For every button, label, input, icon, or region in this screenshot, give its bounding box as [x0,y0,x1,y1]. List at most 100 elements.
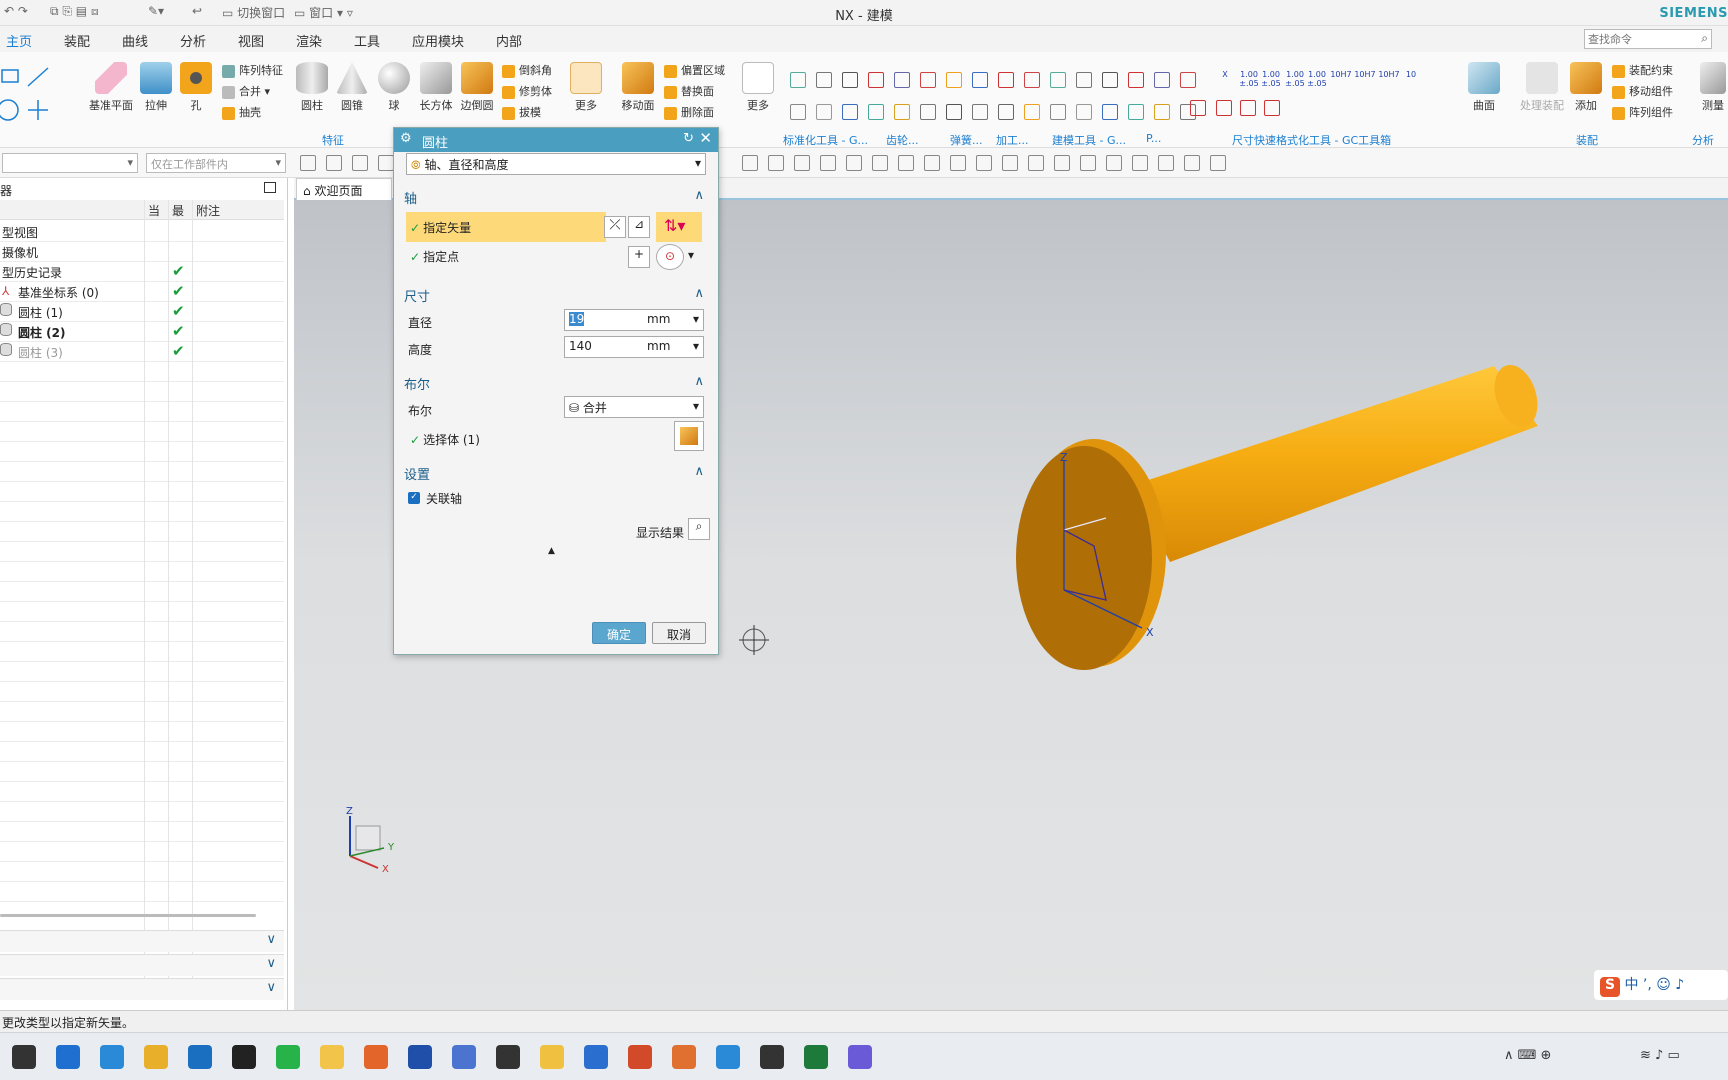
section-boolean-header[interactable]: 布尔 ∧ [400,374,712,393]
welcome-tab[interactable]: ⌂ 欢迎页面 [296,178,392,200]
height-unit[interactable]: mm [647,339,670,353]
add-component-button[interactable]: 添加 [1570,62,1602,113]
snap-point-icon[interactable] [820,155,836,171]
panel-details[interactable]: ∨ [0,954,284,976]
replace-face-button[interactable]: 替换面 [664,83,714,99]
point-dialog-icon[interactable]: + [628,246,650,268]
pattern-feature-button[interactable]: 阵列特征 [222,62,283,78]
toolbox-tool-icon[interactable] [1128,72,1144,88]
ok-button[interactable]: 确定 [592,622,646,644]
taskbar-app-icon[interactable] [848,1045,872,1069]
type-select[interactable]: ⦾ 轴、直径和高度 ▾ [406,153,706,175]
group-gear[interactable]: 齿轮... [886,132,919,148]
group-assembly[interactable]: 装配 [1576,132,1598,148]
toolbox-tool-icon[interactable] [998,104,1014,120]
command-search-input[interactable] [1585,30,1689,48]
dim-tool-icon[interactable] [1240,100,1256,116]
toolbox-tool-icon[interactable] [1050,72,1066,88]
snap-point-icon[interactable] [1028,155,1044,171]
taskbar-app-icon[interactable] [232,1045,256,1069]
snap-point-icon[interactable] [1158,155,1174,171]
toolbox-tool-icon[interactable] [1102,72,1118,88]
toolbox-tool-icon[interactable] [816,104,832,120]
toolbox-tool-icon[interactable] [1154,104,1170,120]
column-latest[interactable]: 最 [168,200,192,220]
show-result-icon[interactable]: ⌕ [688,518,710,540]
vector-type-dropdown[interactable]: ⇅▾ [656,212,702,242]
toolbox-tool-icon[interactable] [894,72,910,88]
tab-curve[interactable]: 曲线 [122,31,148,50]
cancel-button[interactable]: 取消 [652,622,706,644]
taskbar-app-icon[interactable] [56,1045,80,1069]
specify-vector-row[interactable]: ✓ 指定矢量 [406,212,606,242]
scope-filter-select[interactable]: 仅在工作部件内 [146,153,286,173]
more-sync-button[interactable]: 更多 [742,62,774,113]
taskbar-app-icon[interactable] [716,1045,740,1069]
dim-format-button[interactable]: X [1214,70,1236,79]
snap-point-icon[interactable] [1132,155,1148,171]
select-body-button[interactable] [674,421,704,451]
table-row[interactable]: 摄像机 [0,242,284,262]
snap-point-icon[interactable] [1210,155,1226,171]
chevron-down-icon[interactable]: ∨ [266,980,276,995]
table-row[interactable]: 型历史记录 ✔ [0,262,284,282]
snap-point-icon[interactable] [300,155,316,171]
toolbox-tool-icon[interactable] [1102,104,1118,120]
dim-format-button[interactable]: 1.00 ±.05 [1238,70,1260,88]
dim-format-button[interactable]: 1.00 ±.05 [1260,70,1282,88]
move-component-button[interactable]: 移动组件 [1612,83,1673,99]
point-type-icon[interactable]: ⊙ [656,244,684,270]
chevron-up-icon[interactable]: ∧ [694,464,704,479]
snap-point-icon[interactable] [326,155,342,171]
toolbox-tool-icon[interactable] [1076,72,1092,88]
chevron-down-icon[interactable]: ∨ [266,956,276,971]
measure-button[interactable]: 测量 [1698,62,1728,113]
cylinder-button[interactable]: 圆柱 [296,62,328,113]
dim-format-button[interactable]: 1.00 ±.05 [1306,70,1328,88]
offset-region-button[interactable]: 偏置区域 [664,62,725,78]
snap-point-icon[interactable] [976,155,992,171]
table-row[interactable]: ⅄ 基准坐标系 (0) ✔ [0,282,284,302]
snap-point-icon[interactable] [1106,155,1122,171]
table-row[interactable]: 圆柱 (2) ✔ [0,322,284,342]
group-std-tools[interactable]: 标准化工具 - G... [783,132,868,148]
diameter-value[interactable]: 19 [569,312,585,326]
chevron-down-icon[interactable]: ∨ [266,932,276,947]
network-volume-battery-icons[interactable]: ≋ ♪ ▭ [1640,1048,1680,1063]
group-analysis[interactable]: 分析 [1692,132,1714,148]
sogou-icon[interactable]: S [1600,977,1620,997]
taskbar-app-icon[interactable] [320,1045,344,1069]
horizontal-scrollbar[interactable] [0,914,256,917]
snap-point-icon[interactable] [924,155,940,171]
gear-icon[interactable]: ⚙ [400,131,412,146]
collapse-arrow-icon[interactable]: ▲ [548,546,555,556]
toolbox-tool-icon[interactable] [842,72,858,88]
section-settings-header[interactable]: 设置 ∧ [400,464,712,483]
snap-point-icon[interactable] [1080,155,1096,171]
toolbox-tool-icon[interactable] [1050,104,1066,120]
group-modeling-tools[interactable]: 建模工具 - G... [1052,132,1126,148]
close-icon[interactable]: ✕ [699,129,712,147]
block-button[interactable]: 长方体 [416,62,456,113]
chamfer-button[interactable]: 倒斜角 [502,62,552,78]
flange-face[interactable] [1016,446,1152,670]
hole-button[interactable]: 孔 [180,62,212,113]
dim-format-button[interactable]: 10H7 [1354,70,1376,79]
taskbar-app-icon[interactable] [628,1045,652,1069]
dim-tool-icon[interactable] [1216,100,1232,116]
dim-format-button[interactable]: 10H7 [1378,70,1400,79]
toolbox-tool-icon[interactable] [920,104,936,120]
taskbar-app-icon[interactable] [540,1045,564,1069]
tab-view[interactable]: 视图 [238,31,264,50]
taskbar-app-icon[interactable] [144,1045,168,1069]
tab-analysis[interactable]: 分析 [180,31,206,50]
diameter-unit[interactable]: mm [647,312,670,326]
chevron-up-icon[interactable]: ∧ [694,374,704,389]
tab-internal[interactable]: 内部 [496,31,522,50]
snap-point-icon[interactable] [768,155,784,171]
type-filter-select[interactable] [2,153,138,173]
edge-blend-button[interactable]: 边倒圆 [458,62,496,113]
snap-point-icon[interactable] [378,155,394,171]
diameter-input[interactable]: 19 mm ▾ [564,309,704,331]
panel-dependencies[interactable]: ∨ [0,930,284,952]
